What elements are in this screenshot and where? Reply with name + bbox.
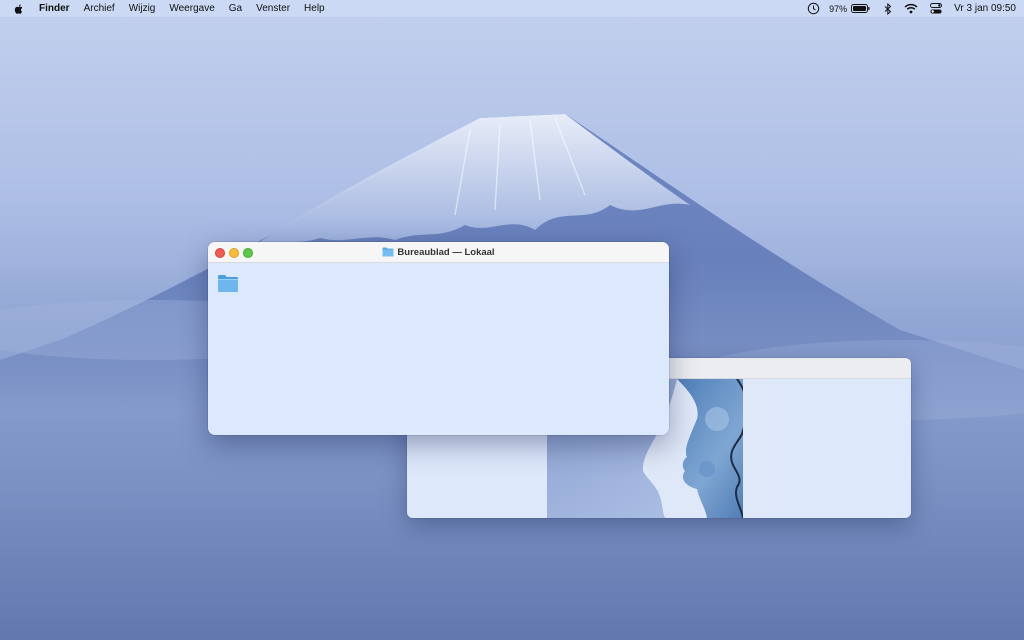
control-center-icon[interactable] [930, 3, 943, 14]
menu-weergave[interactable]: Weergave [162, 3, 221, 14]
menu-wijzig[interactable]: Wijzig [122, 3, 163, 14]
battery-icon[interactable] [851, 4, 870, 13]
finder-window[interactable]: Bureaublad — Lokaal [208, 242, 669, 435]
folder-icon[interactable] [217, 274, 239, 293]
menu-app-finder[interactable]: Finder [32, 3, 77, 14]
menu-help[interactable]: Help [297, 3, 332, 14]
battery-percent: 97% [829, 3, 848, 14]
time-machine-icon[interactable] [807, 2, 820, 15]
finder-window-titlebar[interactable]: Bureaublad — Lokaal [208, 242, 669, 263]
background-window-pane-right [771, 379, 911, 518]
menu-ga[interactable]: Ga [222, 3, 249, 14]
wifi-icon[interactable] [904, 3, 918, 14]
menubar-clock[interactable]: Vr 3 jan 09:50 [954, 3, 1016, 14]
menu-venster[interactable]: Venster [249, 3, 297, 14]
window-title-text: Bureaublad — Lokaal [397, 246, 495, 258]
window-title: Bureaublad — Lokaal [208, 242, 669, 262]
bluetooth-icon[interactable] [884, 2, 892, 15]
menu-bar: Finder Archief Wijzig Weergave Ga Venste… [0, 0, 1024, 17]
menu-archief[interactable]: Archief [77, 3, 122, 14]
apple-icon[interactable] [13, 3, 25, 15]
folder-icon [382, 247, 394, 257]
